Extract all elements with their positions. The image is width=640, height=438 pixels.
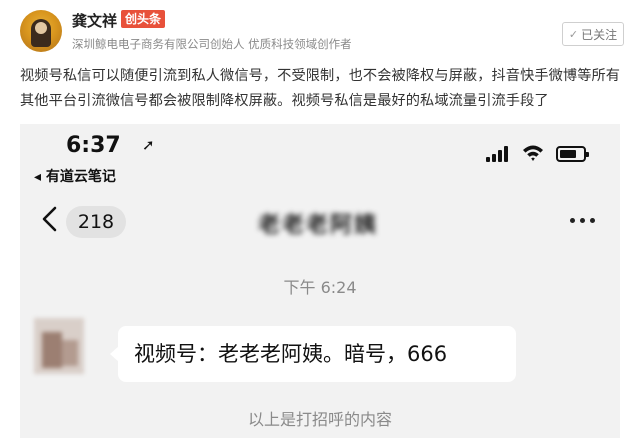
avatar-shape <box>62 340 78 366</box>
avatar-shape <box>42 332 62 368</box>
more-options-icon[interactable] <box>570 218 595 223</box>
chat-title: 老老老阿姨 <box>258 213 379 238</box>
check-icon: ✓ <box>568 27 579 41</box>
post-text: 视频号私信可以随便引流到私人微信号，不受限制，也不会被降权与屏蔽，抖音快手微博等… <box>20 68 621 109</box>
author-avatar[interactable] <box>20 10 62 52</box>
back-to-app-link[interactable]: ◂ 有道云笔记 <box>34 166 116 186</box>
embedded-phone-screenshot[interactable]: 6:37 ➚ ◂ 有道云笔记 218 老老老阿姨 下午 6:24 视频号：老老老… <box>20 124 620 438</box>
hint-text: 以上是打招呼的内容 <box>247 410 392 429</box>
avatar-face <box>35 22 47 34</box>
location-arrow-icon: ➚ <box>142 136 155 154</box>
wifi-icon <box>523 145 543 161</box>
battery-level <box>560 150 576 158</box>
follow-button[interactable]: ✓ 已关注 <box>562 22 624 46</box>
post-header: 龚文祥 创头条 深圳鲸电电子商务有限公司创始人 优质科技领域创作者 ✓ 已关注 <box>0 0 640 64</box>
author-badge: 创头条 <box>121 10 166 28</box>
author-name[interactable]: 龚文祥 <box>72 10 117 31</box>
unread-count-badge[interactable]: 218 <box>66 206 126 238</box>
message-timestamp: 下午 6:24 <box>283 278 357 297</box>
sender-avatar[interactable] <box>34 318 84 374</box>
signal-icon <box>486 146 514 162</box>
author-description: 深圳鲸电电子商务有限公司创始人 优质科技领域创作者 <box>72 37 352 51</box>
battery-icon <box>556 146 589 162</box>
follow-label: 已关注 <box>581 27 618 42</box>
status-time: 6:37 <box>66 133 121 158</box>
message-bubble[interactable]: 视频号：老老老阿姨。暗号，666 <box>118 326 516 382</box>
chevron-left-icon[interactable] <box>40 206 60 232</box>
